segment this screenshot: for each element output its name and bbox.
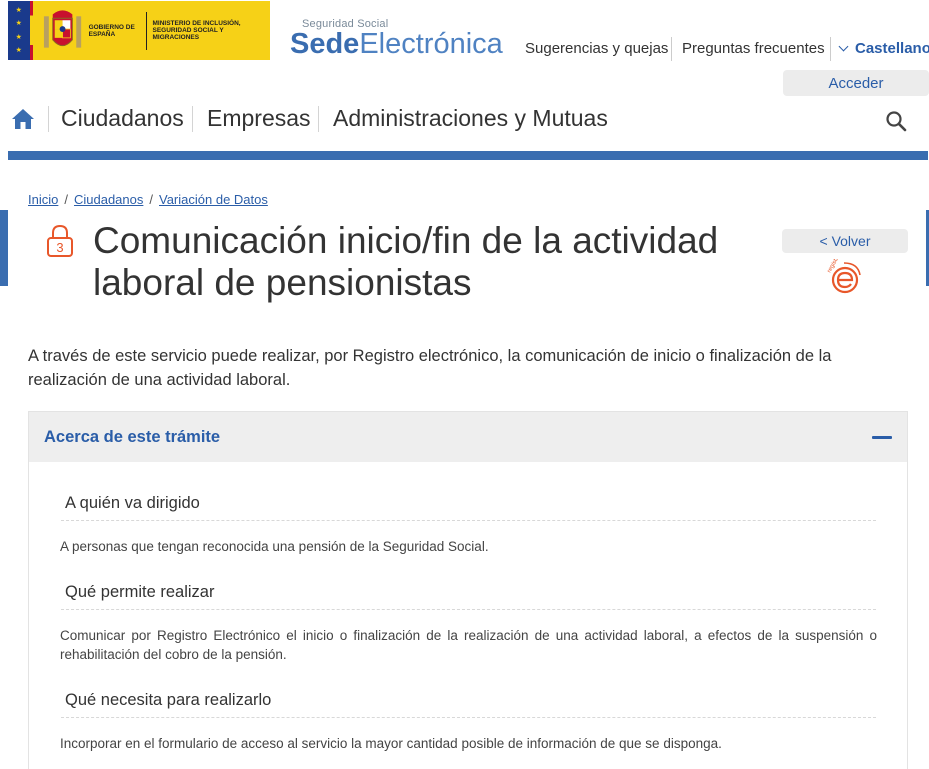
volver-button[interactable]: < Volver	[782, 229, 908, 253]
brand-name-light: Electrónica	[359, 28, 503, 60]
page-title: Comunicación inicio/fin de la actividad …	[93, 220, 719, 303]
collapse-icon[interactable]	[872, 435, 892, 439]
language-selector[interactable]: Castellano	[838, 40, 929, 57]
acerca-tramite-accordion: Acerca de este trámite A quién va dirigi…	[28, 411, 908, 769]
nav-divider	[192, 106, 193, 132]
section-divider	[61, 609, 876, 610]
main-navigation: Ciudadanos Empresas Administraciones y M…	[8, 100, 928, 140]
registro-label: registro	[827, 259, 843, 274]
security-level-number: 3	[56, 240, 63, 255]
gobierno-text: GOBIERNO DE ESPAÑA	[88, 23, 135, 38]
sugerencias-link[interactable]: Sugerencias y quejas	[525, 40, 668, 57]
preguntas-frecuentes-link[interactable]: Preguntas frecuentes	[682, 40, 825, 57]
breadcrumb-ciudadanos[interactable]: Ciudadanos	[74, 192, 143, 207]
sede-electronica-logo[interactable]: Seguridad Social SedeElectrónica	[290, 18, 503, 60]
brand-name: SedeElectrónica	[290, 28, 503, 60]
acceder-button[interactable]: Acceder	[783, 70, 929, 96]
home-icon[interactable]	[11, 108, 35, 130]
intro-text: A través de este servicio puede realizar…	[28, 347, 832, 389]
spain-flag-stripe	[29, 1, 34, 60]
search-icon[interactable]	[885, 110, 907, 132]
nav-item-ciudadanos[interactable]: Ciudadanos	[61, 105, 184, 132]
section-text-permite: Comunicar por Registro Electrónico el in…	[60, 628, 877, 662]
top-links-divider	[830, 37, 831, 61]
nav-item-administraciones[interactable]: Administraciones y Mutuas	[333, 105, 608, 132]
language-label: Castellano	[855, 40, 929, 57]
security-level-lock-icon: 3	[47, 224, 73, 257]
nav-divider	[318, 106, 319, 132]
accordion-header[interactable]: Acerca de este trámite	[29, 412, 907, 462]
section-title-dirigido: A quién va dirigido	[65, 494, 200, 512]
coat-of-arms-icon	[44, 9, 82, 48]
breadcrumb-separator: /	[64, 192, 68, 207]
section-text-necesita: Incorporar en el formulario de acceso al…	[60, 736, 722, 751]
left-accent-bar	[0, 210, 8, 286]
section-divider	[61, 717, 876, 718]
brand-name-bold: Sede	[290, 28, 360, 60]
accordion-title: Acerca de este trámite	[44, 427, 221, 446]
chevron-down-icon	[838, 41, 849, 52]
top-links-divider	[671, 37, 672, 61]
gobierno-espana-logo[interactable]: ★ ★ ★ ★ GOBIERNO DE ESPAÑA MINISTERIO DE IN…	[8, 1, 270, 60]
header-separator-bar	[8, 151, 928, 160]
registro-electronico-icon: registro	[827, 259, 861, 294]
section-divider	[61, 520, 876, 521]
breadcrumb-variacion-datos[interactable]: Variación de Datos	[159, 192, 268, 207]
section-title-necesita: Qué necesita para realizarlo	[65, 691, 272, 709]
section-text-dirigido: A personas que tengan reconocida una pen…	[60, 539, 489, 554]
section-title-permite: Qué permite realizar	[65, 583, 215, 601]
breadcrumb: Inicio / Ciudadanos / Variación de Datos	[28, 192, 268, 207]
nav-divider	[48, 106, 49, 132]
ministerio-text: MINISTERIO DE INCLUSIÓN, SEGURIDAD SOCIA…	[152, 20, 241, 41]
nav-item-empresas[interactable]: Empresas	[207, 105, 311, 132]
eu-flag-icon: ★ ★ ★ ★	[8, 1, 30, 60]
logo-divider	[145, 11, 147, 50]
breadcrumb-separator: /	[149, 192, 153, 207]
breadcrumb-inicio[interactable]: Inicio	[28, 192, 58, 207]
